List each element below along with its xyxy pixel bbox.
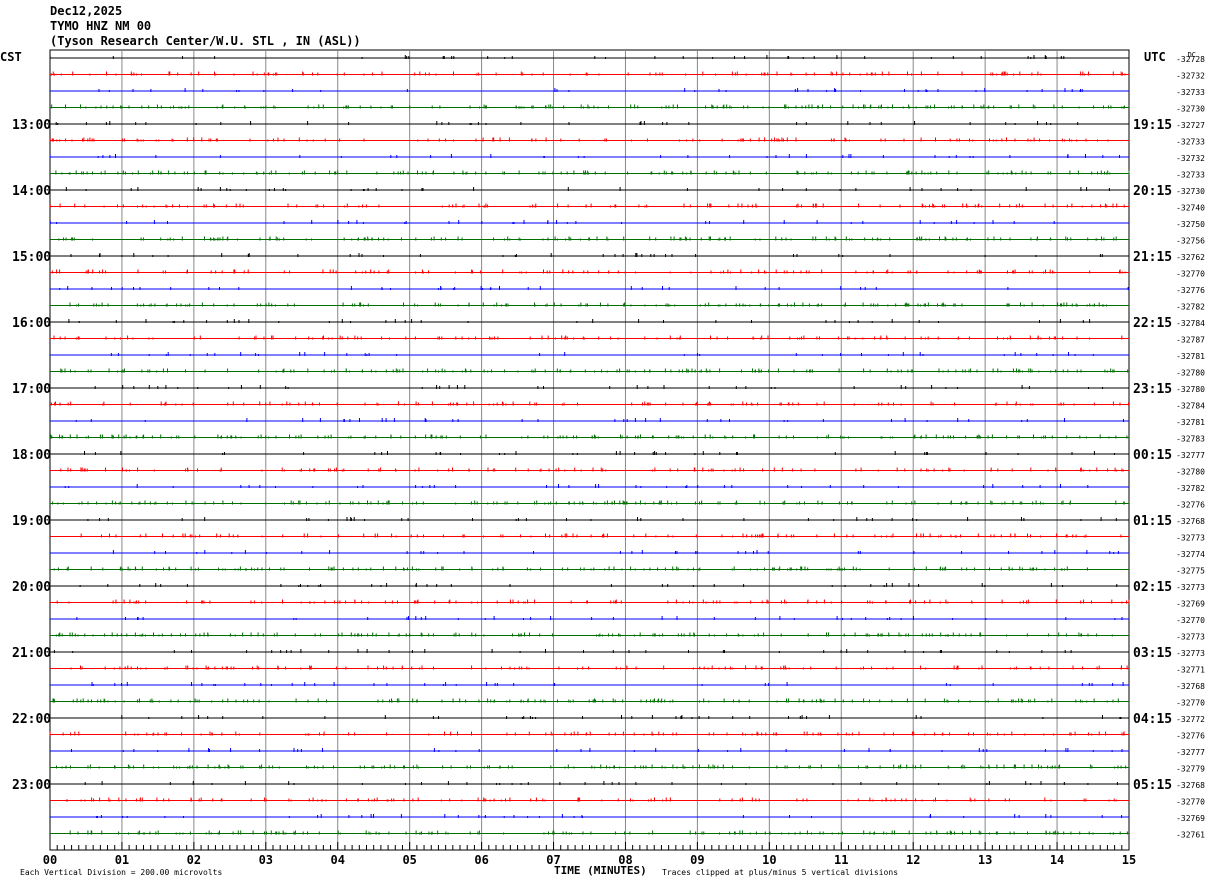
dc-offset-label: -32776 bbox=[1176, 732, 1205, 741]
cst-time-label: 14:00 bbox=[12, 184, 51, 199]
dc-offset-label: -32770 bbox=[1176, 699, 1205, 708]
dc-offset-label: -32777 bbox=[1176, 451, 1205, 460]
utc-time-label: 20:15 bbox=[1133, 184, 1172, 199]
dc-offset-label: -32730 bbox=[1176, 105, 1205, 114]
clip-note: Traces clipped at plus/minus 5 vertical … bbox=[662, 868, 898, 877]
dc-label: DC bbox=[1188, 51, 1196, 59]
dc-offset-label: -32730 bbox=[1176, 187, 1205, 196]
dc-offset-label: -32772 bbox=[1176, 715, 1205, 724]
dc-offset-label: -32780 bbox=[1176, 385, 1205, 394]
dc-offset-label: -32776 bbox=[1176, 286, 1205, 295]
helicorder-plot: -32728-32732-32733-32730-32727-32733-327… bbox=[0, 49, 1205, 877]
utc-time-label: 03:15 bbox=[1133, 646, 1172, 661]
dc-offset-label: -32770 bbox=[1176, 270, 1205, 279]
dc-offset-label: -32768 bbox=[1176, 682, 1205, 691]
dc-offset-label: -32768 bbox=[1176, 517, 1205, 526]
scale-note: Each Vertical Division = 200.00 microvol… bbox=[20, 868, 222, 877]
x-tick-label: 11 bbox=[834, 853, 848, 867]
dc-offset-label: -32773 bbox=[1176, 583, 1205, 592]
x-tick-label: 15 bbox=[1122, 853, 1136, 867]
dc-offset-label: -32732 bbox=[1176, 154, 1205, 163]
utc-label: UTC bbox=[1144, 50, 1166, 64]
dc-offset-label: -32773 bbox=[1176, 534, 1205, 543]
x-axis-title: TIME (MINUTES) bbox=[554, 864, 647, 877]
dc-offset-label: -32784 bbox=[1176, 402, 1205, 411]
x-tick-label: 01 bbox=[115, 853, 129, 867]
dc-offset-label: -32727 bbox=[1176, 121, 1205, 130]
dc-offset-label: -32770 bbox=[1176, 798, 1205, 807]
dc-offset-label: -32756 bbox=[1176, 237, 1205, 246]
x-tick-label: 09 bbox=[690, 853, 704, 867]
cst-time-label: 18:00 bbox=[12, 448, 51, 463]
dc-offset-label: -32775 bbox=[1176, 567, 1205, 576]
utc-time-label: 02:15 bbox=[1133, 580, 1172, 595]
dc-offset-label: -32779 bbox=[1176, 765, 1205, 774]
dc-offset-label: -32733 bbox=[1176, 88, 1205, 97]
dc-offset-label: -32781 bbox=[1176, 352, 1205, 361]
utc-time-label: 05:15 bbox=[1133, 778, 1172, 793]
x-tick-label: 06 bbox=[474, 853, 488, 867]
utc-time-label: 21:15 bbox=[1133, 250, 1172, 265]
dc-offset-label: -32780 bbox=[1176, 468, 1205, 477]
dc-offset-label: -32777 bbox=[1176, 748, 1205, 757]
x-tick-label: 05 bbox=[402, 853, 416, 867]
dc-offset-label: -32781 bbox=[1176, 418, 1205, 427]
dc-offset-label: -32784 bbox=[1176, 319, 1205, 328]
cst-time-label: 21:00 bbox=[12, 646, 51, 661]
cst-time-label: 16:00 bbox=[12, 316, 51, 331]
dc-offset-label: -32740 bbox=[1176, 204, 1205, 213]
dc-offset-label: -32762 bbox=[1176, 253, 1205, 262]
plot-frame bbox=[49, 49, 1130, 851]
cst-time-label: 19:00 bbox=[12, 514, 51, 529]
x-tick-label: 03 bbox=[259, 853, 273, 867]
utc-time-label: 04:15 bbox=[1133, 712, 1172, 727]
dc-offset-label: -32780 bbox=[1176, 369, 1205, 378]
dc-offset-label: -32782 bbox=[1176, 484, 1205, 493]
dc-offset-label: -32787 bbox=[1176, 336, 1205, 345]
x-tick-label: 00 bbox=[43, 853, 57, 867]
cst-time-label: 22:00 bbox=[12, 712, 51, 727]
x-tick-label: 04 bbox=[331, 853, 345, 867]
x-tick-label: 14 bbox=[1050, 853, 1064, 867]
dc-offset-label: -32733 bbox=[1176, 171, 1205, 180]
utc-time-label: 23:15 bbox=[1133, 382, 1172, 397]
utc-time-label: 22:15 bbox=[1133, 316, 1172, 331]
dc-offset-label: -32783 bbox=[1176, 435, 1205, 444]
dc-offset-label: -32732 bbox=[1176, 72, 1205, 81]
dc-offset-label: -32776 bbox=[1176, 501, 1205, 510]
dc-offset-label: -32770 bbox=[1176, 616, 1205, 625]
x-tick-label: 13 bbox=[978, 853, 992, 867]
cst-time-label: 23:00 bbox=[12, 778, 51, 793]
x-tick-label: 10 bbox=[762, 853, 776, 867]
dc-offset-label: -32769 bbox=[1176, 814, 1205, 823]
utc-time-label: 00:15 bbox=[1133, 448, 1172, 463]
dc-offset-label: -32768 bbox=[1176, 781, 1205, 790]
dc-offset-label: -32771 bbox=[1176, 666, 1205, 675]
cst-label: CST bbox=[0, 50, 22, 64]
utc-time-label: 19:15 bbox=[1133, 118, 1172, 133]
cst-time-label: 20:00 bbox=[12, 580, 51, 595]
dc-offset-label: -32773 bbox=[1176, 649, 1205, 658]
dc-offset-label: -32733 bbox=[1176, 138, 1205, 147]
x-tick-label: 12 bbox=[906, 853, 920, 867]
cst-time-label: 17:00 bbox=[12, 382, 51, 397]
dc-offset-label: -32774 bbox=[1176, 550, 1205, 559]
dc-offset-label: -32769 bbox=[1176, 600, 1205, 609]
dc-offset-label: -32761 bbox=[1176, 831, 1205, 840]
x-tick-label: 02 bbox=[187, 853, 201, 867]
dc-offset-label: -32773 bbox=[1176, 633, 1205, 642]
cst-time-label: 13:00 bbox=[12, 118, 51, 133]
dc-offset-label: -32782 bbox=[1176, 303, 1205, 312]
dc-offset-label: -32750 bbox=[1176, 220, 1205, 229]
cst-time-label: 15:00 bbox=[12, 250, 51, 265]
utc-time-label: 01:15 bbox=[1133, 514, 1172, 529]
